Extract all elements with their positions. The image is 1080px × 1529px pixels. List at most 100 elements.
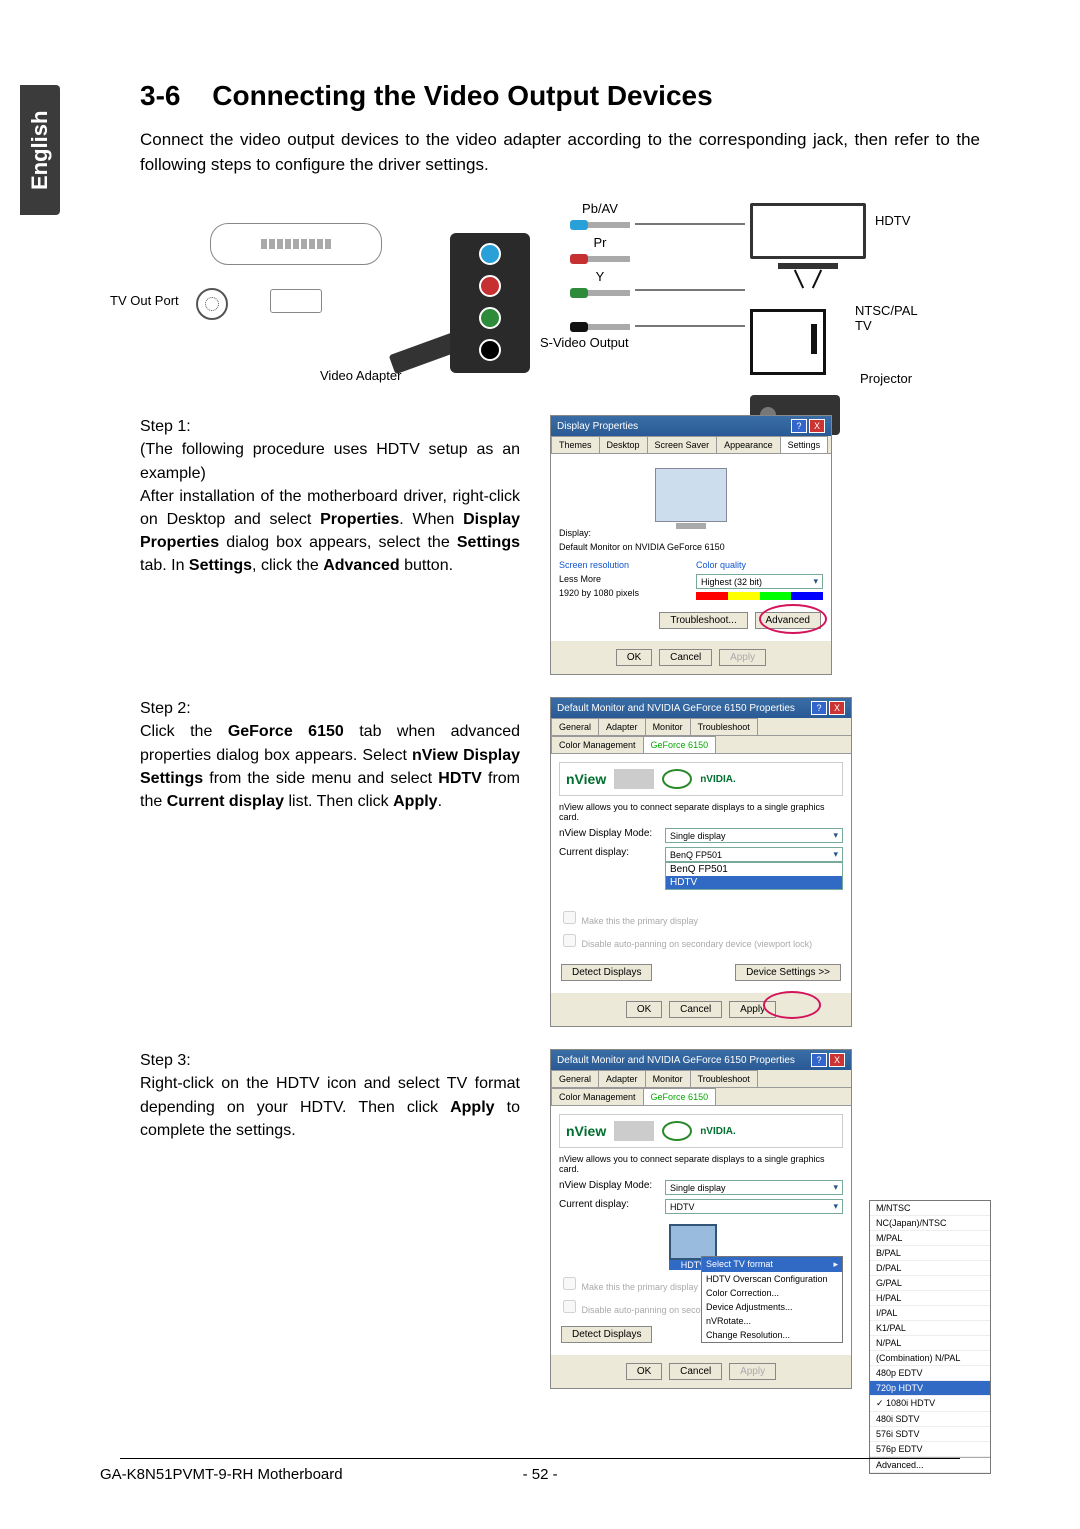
help-icon[interactable]: ? bbox=[791, 419, 807, 433]
jack-y bbox=[479, 307, 501, 329]
step3-text: Step 3: Right-click on the HDTV icon and… bbox=[140, 1049, 520, 1389]
tab-themes[interactable]: Themes bbox=[551, 436, 600, 453]
label-svideo: S-Video Output bbox=[540, 335, 629, 350]
ok-button[interactable]: OK bbox=[626, 1001, 662, 1018]
crt-tv-icon bbox=[750, 309, 826, 375]
format-item[interactable]: D/PAL bbox=[870, 1261, 990, 1276]
video-adapter-illustration bbox=[390, 223, 570, 383]
page-footer: GA-K8N51PVMT-9-RH Motherboard - 52 - bbox=[100, 1466, 980, 1483]
section-title-text: Connecting the Video Output Devices bbox=[212, 80, 712, 111]
format-item[interactable]: (Combination) N/PAL bbox=[870, 1351, 990, 1366]
intro-paragraph: Connect the video output devices to the … bbox=[140, 128, 980, 177]
ok-button[interactable]: OK bbox=[616, 649, 652, 666]
format-item[interactable]: N/PAL bbox=[870, 1336, 990, 1351]
label-y: Y bbox=[570, 269, 630, 284]
jack-pb-av bbox=[479, 243, 501, 265]
format-item[interactable]: ✓ 1080i HDTV bbox=[870, 1396, 990, 1412]
nvidia-logo-text: nVIDIA. bbox=[700, 774, 736, 785]
screenshot-nview-settings: Default Monitor and NVIDIA GeForce 6150 … bbox=[550, 697, 852, 1027]
vga-port-icon bbox=[270, 289, 322, 313]
tab-geforce-6150[interactable]: GeForce 6150 bbox=[643, 1088, 717, 1105]
display-mode-label: nView Display Mode: bbox=[559, 1180, 659, 1195]
tab-color-management[interactable]: Color Management bbox=[551, 736, 644, 753]
tab-appearance[interactable]: Appearance bbox=[716, 436, 781, 453]
label-tv-out-port: TV Out Port bbox=[110, 293, 179, 308]
color-quality-label: Color quality bbox=[696, 560, 823, 570]
context-menu-item[interactable]: Change Resolution... bbox=[702, 1328, 842, 1342]
display-mode-select[interactable]: Single display▾ bbox=[665, 828, 843, 843]
format-item[interactable]: 480i SDTV bbox=[870, 1412, 990, 1427]
format-item[interactable]: I/PAL bbox=[870, 1306, 990, 1321]
detect-displays-button[interactable]: Detect Displays bbox=[561, 1326, 652, 1343]
format-item[interactable]: H/PAL bbox=[870, 1291, 990, 1306]
tab-monitor[interactable]: Monitor bbox=[645, 718, 691, 735]
context-menu-item[interactable]: Device Adjustments... bbox=[702, 1300, 842, 1314]
format-item[interactable]: G/PAL bbox=[870, 1276, 990, 1291]
tab-desktop[interactable]: Desktop bbox=[599, 436, 648, 453]
autopan-checkbox bbox=[563, 934, 576, 947]
tab-settings[interactable]: Settings bbox=[780, 436, 829, 453]
close-icon[interactable]: X bbox=[829, 701, 845, 715]
format-item[interactable]: 576i SDTV bbox=[870, 1427, 990, 1442]
cancel-button[interactable]: Cancel bbox=[659, 649, 712, 666]
current-display-select[interactable]: HDTV▾ bbox=[665, 1199, 843, 1214]
nview-caption: nView allows you to connect separate dis… bbox=[559, 802, 843, 822]
io-card-illustration bbox=[210, 223, 382, 265]
hdtv-icon bbox=[750, 203, 866, 259]
troubleshoot-button[interactable]: Troubleshoot... bbox=[659, 612, 747, 629]
primary-display-checkbox bbox=[563, 911, 576, 924]
apply-button[interactable]: Apply bbox=[719, 649, 766, 666]
resolution-label: Screen resolution bbox=[559, 560, 686, 570]
label-video-adapter: Video Adapter bbox=[320, 368, 401, 383]
tab-geforce-6150[interactable]: GeForce 6150 bbox=[643, 736, 717, 753]
tab-general[interactable]: General bbox=[551, 718, 599, 735]
resolution-slider[interactable]: Less More bbox=[559, 574, 686, 584]
current-display-option[interactable]: BenQ FP501 bbox=[666, 863, 842, 876]
current-display-label: Current display: bbox=[559, 847, 659, 890]
format-item[interactable]: NC(Japan)/NTSC bbox=[870, 1216, 990, 1231]
format-item[interactable]: M/NTSC bbox=[870, 1201, 990, 1216]
tab-color-management[interactable]: Color Management bbox=[551, 1088, 644, 1105]
apply-button[interactable]: Apply bbox=[729, 1363, 776, 1380]
context-menu-item[interactable]: nVRotate... bbox=[702, 1314, 842, 1328]
context-menu-item[interactable]: Color Correction... bbox=[702, 1286, 842, 1300]
help-icon[interactable]: ? bbox=[811, 701, 827, 715]
tab-troubleshoot[interactable]: Troubleshoot bbox=[690, 718, 758, 735]
color-quality-select[interactable]: Highest (32 bit)▾ bbox=[696, 574, 823, 589]
tab-adapter[interactable]: Adapter bbox=[598, 1070, 646, 1087]
footer-page-number: - 52 - bbox=[523, 1466, 558, 1483]
monitor-preview-icon bbox=[655, 468, 727, 522]
format-item[interactable]: 576p EDTV bbox=[870, 1442, 990, 1457]
format-item[interactable]: M/PAL bbox=[870, 1231, 990, 1246]
hdtv-device-icon[interactable] bbox=[669, 1224, 717, 1260]
ok-button[interactable]: OK bbox=[626, 1363, 662, 1380]
nview-caption: nView allows you to connect separate dis… bbox=[559, 1154, 843, 1174]
close-icon[interactable]: X bbox=[829, 1053, 845, 1067]
current-display-option-hdtv[interactable]: HDTV bbox=[666, 876, 842, 889]
context-menu-header[interactable]: Select TV format▸ bbox=[702, 1257, 842, 1272]
tab-adapter[interactable]: Adapter bbox=[598, 718, 646, 735]
cancel-button[interactable]: Cancel bbox=[669, 1001, 722, 1018]
detect-displays-button[interactable]: Detect Displays bbox=[561, 964, 652, 981]
display-mode-select[interactable]: Single display▾ bbox=[665, 1180, 843, 1195]
nview-logo-text: nView bbox=[566, 1123, 606, 1139]
help-icon[interactable]: ? bbox=[811, 1053, 827, 1067]
tab-general[interactable]: General bbox=[551, 1070, 599, 1087]
tab-screensaver[interactable]: Screen Saver bbox=[647, 436, 718, 453]
format-item[interactable]: B/PAL bbox=[870, 1246, 990, 1261]
tab-troubleshoot[interactable]: Troubleshoot bbox=[690, 1070, 758, 1087]
close-icon[interactable]: X bbox=[809, 419, 825, 433]
tab-monitor[interactable]: Monitor bbox=[645, 1070, 691, 1087]
format-item[interactable]: 480p EDTV bbox=[870, 1366, 990, 1381]
label-projector: Projector bbox=[860, 371, 912, 386]
footer-model: GA-K8N51PVMT-9-RH Motherboard bbox=[100, 1466, 343, 1483]
cancel-button[interactable]: Cancel bbox=[669, 1363, 722, 1380]
display-label: Display: bbox=[559, 528, 823, 538]
format-item[interactable]: K1/PAL bbox=[870, 1321, 990, 1336]
tv-format-submenu: M/NTSC NC(Japan)/NTSC M/PAL B/PAL D/PAL … bbox=[869, 1200, 991, 1474]
format-item-selected[interactable]: 720p HDTV bbox=[870, 1381, 990, 1396]
footer-rule bbox=[120, 1458, 960, 1459]
context-menu-item[interactable]: HDTV Overscan Configuration bbox=[702, 1272, 842, 1286]
device-settings-button[interactable]: Device Settings >> bbox=[735, 964, 841, 981]
current-display-select[interactable]: BenQ FP501▾ bbox=[665, 847, 843, 862]
